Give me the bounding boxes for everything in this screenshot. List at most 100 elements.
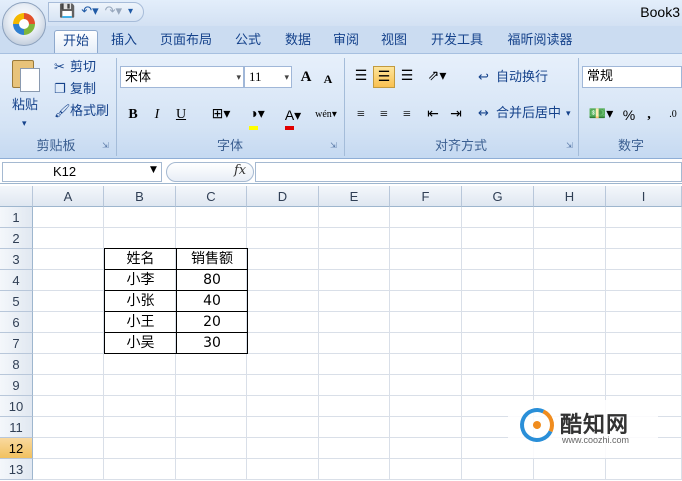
tab-view[interactable]: 视图	[372, 30, 416, 53]
currency-icon[interactable]: 💵▾	[584, 104, 618, 126]
merge-center-icon: ↔	[478, 106, 489, 121]
table-cell[interactable]: 小李	[104, 269, 177, 291]
alignment-launcher-icon[interactable]: ⇲	[566, 141, 576, 151]
font-color-icon[interactable]: A▾	[276, 104, 310, 130]
row-header[interactable]: 13	[0, 459, 33, 480]
row-header[interactable]: 6	[0, 312, 33, 333]
format-painter-button[interactable]: 格式刷	[70, 104, 109, 120]
table-cell[interactable]: 80	[176, 269, 248, 291]
borders-icon[interactable]: ⊞▾	[204, 104, 238, 126]
comma-button[interactable]: ,	[642, 104, 656, 126]
tab-home[interactable]: 开始	[54, 30, 98, 53]
quick-access-toolbar: 💾 ↶▾ ↷▾ ▾	[48, 2, 145, 22]
row-header[interactable]: 11	[0, 417, 33, 438]
redo-icon[interactable]: ↷▾	[105, 4, 122, 20]
table-cell[interactable]: 小王	[104, 311, 177, 333]
font-size-select[interactable]: 11 ▾	[244, 66, 292, 88]
insert-function-icon[interactable]: fx	[234, 163, 246, 178]
row-header[interactable]: 5	[0, 291, 33, 312]
table-cell[interactable]: 40	[176, 290, 248, 312]
tab-developer[interactable]: 开发工具	[422, 30, 492, 53]
formula-input[interactable]	[255, 162, 682, 182]
table-cell[interactable]: 20	[176, 311, 248, 333]
align-center-icon[interactable]: ≡	[373, 104, 395, 126]
office-button[interactable]	[2, 2, 46, 46]
row-header[interactable]: 7	[0, 333, 33, 354]
decrease-indent-icon[interactable]: ⇤	[422, 104, 444, 126]
row-header[interactable]: 9	[0, 375, 33, 396]
merge-center-button[interactable]: 合并后居中	[496, 106, 561, 122]
increase-decimal-icon[interactable]: .0	[664, 104, 682, 126]
customize-qat-icon[interactable]: ▾	[128, 4, 133, 20]
wrap-text-button[interactable]: 自动换行	[496, 70, 548, 86]
undo-icon[interactable]: ↶▾	[81, 4, 98, 20]
select-all-corner[interactable]	[0, 186, 33, 207]
row-header[interactable]: 12	[0, 438, 33, 459]
gridline-row	[33, 374, 682, 375]
font-name-select[interactable]: 宋体 ▾	[120, 66, 244, 88]
clipboard-group-label: 剪贴板	[36, 139, 76, 154]
column-header[interactable]: G	[462, 186, 534, 207]
column-header[interactable]: F	[390, 186, 462, 207]
number-group-label: 数字	[617, 139, 644, 154]
orientation-icon[interactable]: ⇗▾	[422, 66, 452, 88]
paste-icon[interactable]	[10, 58, 42, 94]
tab-data[interactable]: 数据	[276, 30, 320, 53]
column-header[interactable]: B	[104, 186, 176, 207]
save-icon[interactable]: 💾	[59, 4, 75, 20]
align-left-icon[interactable]: ≡	[350, 104, 372, 126]
italic-button[interactable]: I	[146, 104, 168, 126]
gridline-column	[461, 207, 462, 480]
row-header[interactable]: 8	[0, 354, 33, 375]
font-launcher-icon[interactable]: ⇲	[330, 141, 340, 151]
ribbon-tabs: 开始 插入 页面布局 公式 数据 审阅 视图 开发工具 福昕阅读器	[0, 26, 682, 53]
tab-foxit-reader[interactable]: 福昕阅读器	[498, 30, 582, 53]
table-header-cell[interactable]: 销售额	[176, 248, 248, 270]
shrink-font-button[interactable]: A	[318, 68, 338, 90]
chevron-down-icon[interactable]: ▼	[150, 165, 157, 175]
table-cell[interactable]: 小张	[104, 290, 177, 312]
number-format-select[interactable]: 常规	[582, 66, 682, 88]
tab-insert[interactable]: 插入	[102, 30, 146, 53]
row-header[interactable]: 4	[0, 270, 33, 291]
table-cell[interactable]: 小吴	[104, 332, 177, 354]
column-header[interactable]: E	[319, 186, 390, 207]
underline-button[interactable]: U	[170, 104, 192, 126]
column-header[interactable]: A	[33, 186, 104, 207]
align-bottom-icon[interactable]: ☰	[396, 66, 418, 88]
paste-dropdown-icon[interactable]: ▾	[22, 116, 27, 132]
percent-button[interactable]: %	[620, 104, 638, 126]
table-row: 小张 40	[104, 290, 248, 312]
align-middle-icon[interactable]: ☰	[373, 66, 395, 88]
align-top-icon[interactable]: ☰	[350, 66, 372, 88]
column-header[interactable]: I	[606, 186, 682, 207]
row-header[interactable]: 10	[0, 396, 33, 417]
fill-color-icon[interactable]: ◑▾	[240, 104, 274, 130]
row-header[interactable]: 1	[0, 207, 33, 228]
increase-indent-icon[interactable]: ⇥	[445, 104, 467, 126]
bold-button[interactable]: B	[122, 104, 144, 126]
paste-button[interactable]: 粘贴	[12, 98, 38, 114]
tab-review[interactable]: 审阅	[324, 30, 368, 53]
align-right-icon[interactable]: ≡	[396, 104, 418, 126]
cut-button[interactable]: 剪切	[70, 60, 96, 76]
name-box[interactable]: K12	[2, 162, 162, 182]
column-header[interactable]: H	[534, 186, 606, 207]
font-group-label: 字体	[216, 139, 243, 154]
clipboard-launcher-icon[interactable]: ⇲	[102, 141, 112, 151]
row-header[interactable]: 3	[0, 249, 33, 270]
column-header[interactable]: D	[247, 186, 319, 207]
format-painter-icon: 🖌	[54, 104, 71, 119]
gridline-row	[33, 395, 682, 396]
table-row: 小李 80	[104, 269, 248, 291]
table-cell[interactable]: 30	[176, 332, 248, 354]
phonetic-button[interactable]: wén▾	[308, 104, 344, 126]
column-header[interactable]: C	[176, 186, 247, 207]
copy-button[interactable]: 复制	[70, 82, 96, 98]
row-header[interactable]: 2	[0, 228, 33, 249]
merge-dropdown-icon[interactable]: ▾	[566, 106, 571, 122]
grow-font-button[interactable]: A	[296, 66, 316, 88]
table-header-cell[interactable]: 姓名	[104, 248, 177, 270]
tab-formulas[interactable]: 公式	[226, 30, 270, 53]
tab-page-layout[interactable]: 页面布局	[152, 30, 220, 53]
